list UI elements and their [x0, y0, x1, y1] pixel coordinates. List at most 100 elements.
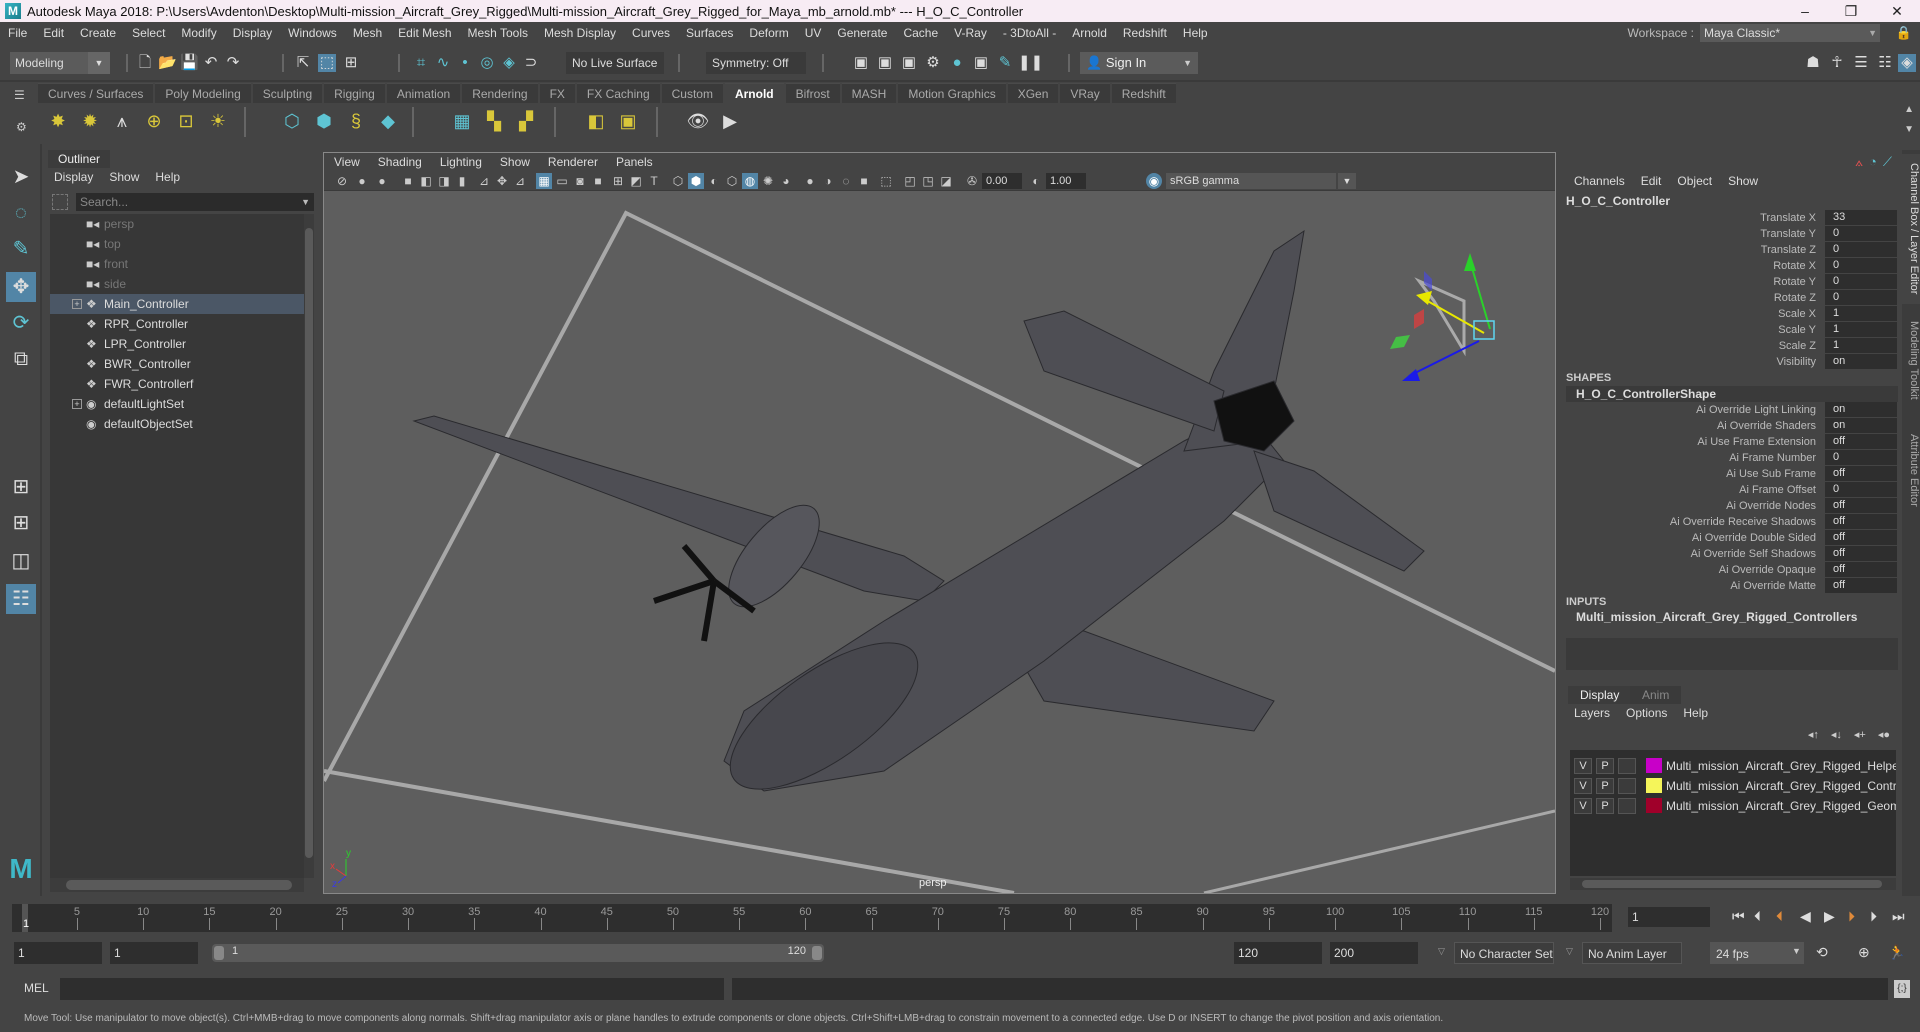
- maximize-button[interactable]: ❐: [1828, 0, 1874, 22]
- shelf-tab-motion-graphics[interactable]: Motion Graphics: [898, 83, 1006, 103]
- curve-collector-icon[interactable]: §: [344, 109, 368, 133]
- gamma-field[interactable]: 1.00: [1046, 173, 1086, 189]
- color-management-toggle-icon[interactable]: ◉: [1146, 173, 1162, 189]
- shelf-tab-bifrost[interactable]: Bifrost: [785, 83, 840, 103]
- menu-3dtoall[interactable]: - 3DtoAll -: [995, 26, 1064, 40]
- move-layer-up-icon[interactable]: ◂↑: [1808, 728, 1819, 741]
- layer-row[interactable]: V P Multi_mission_Aircraft_Grey_Rigged_H…: [1570, 756, 1896, 776]
- gate-mask-icon[interactable]: ■: [590, 173, 606, 189]
- snap-curve-icon[interactable]: ∿: [434, 54, 452, 72]
- tab-attribute-editor[interactable]: Attribute Editor: [1902, 420, 1920, 520]
- shelf-scroll-down-icon[interactable]: ▼: [1904, 124, 1914, 135]
- snap-point-icon[interactable]: •: [456, 54, 474, 72]
- time-slider-track[interactable]: 1 5 10 15 20 25 30 35 40 45 50 55 60 65 70 75 80 85 90 95 1…: [12, 904, 1612, 932]
- shelf-tab-rigging[interactable]: Rigging: [324, 83, 385, 103]
- menu-modify[interactable]: Modify: [173, 26, 224, 40]
- select-components-icon[interactable]: ⊞: [342, 54, 360, 72]
- display-type-toggle[interactable]: [1618, 758, 1636, 774]
- xray-icon[interactable]: ◰: [902, 173, 918, 189]
- outliner-item[interactable]: ❖ FWR_Controllerf: [50, 374, 304, 394]
- tx-manager-icon[interactable]: ▚: [482, 109, 506, 133]
- menu-uv[interactable]: UV: [797, 26, 830, 40]
- layer-menu-layers[interactable]: Layers: [1574, 706, 1610, 720]
- close-button[interactable]: ✕: [1874, 0, 1920, 22]
- channel-value-field[interactable]: 1: [1825, 338, 1897, 353]
- view-transform-dropdown[interactable]: sRGB gamma: [1166, 173, 1356, 189]
- shape-attr-value[interactable]: off: [1825, 546, 1897, 561]
- wireframe-on-shaded-icon[interactable]: ⬡: [724, 173, 740, 189]
- outliner-item[interactable]: ■◂ side: [50, 274, 304, 294]
- menu-surfaces[interactable]: Surfaces: [678, 26, 741, 40]
- field-chart-icon[interactable]: ⊞: [610, 173, 626, 189]
- default-material-icon[interactable]: ◐: [706, 173, 722, 189]
- menu-curves[interactable]: Curves: [624, 26, 678, 40]
- select-tool-icon[interactable]: ➤: [6, 162, 36, 192]
- arnold-render-view-icon[interactable]: 👁: [686, 109, 710, 133]
- wireframe-shading-icon[interactable]: ⬡: [670, 173, 686, 189]
- wireframe-grid-icon[interactable]: ▦: [536, 173, 552, 189]
- shelf-tab-sculpting[interactable]: Sculpting: [252, 83, 323, 103]
- channel-value-field[interactable]: 1: [1825, 306, 1897, 321]
- select-hierarchy-icon[interactable]: ⇱: [294, 54, 312, 72]
- menu-mesh-tools[interactable]: Mesh Tools: [460, 26, 536, 40]
- speed-icon[interactable]: ◔: [1869, 154, 1877, 170]
- channel-value-field[interactable]: 0: [1825, 274, 1897, 289]
- tab-channel-box-layer-editor[interactable]: Channel Box / Layer Editor: [1902, 154, 1920, 304]
- shelf-tab-vray[interactable]: VRay: [1060, 83, 1110, 103]
- create-standin-icon[interactable]: ⬡: [280, 109, 304, 133]
- visibility-toggle[interactable]: V: [1574, 778, 1592, 794]
- hik-icon[interactable]: ☗: [1804, 54, 1822, 72]
- select-objects-icon[interactable]: ⬚: [318, 54, 336, 72]
- rotate-tool-icon[interactable]: ⟳: [6, 308, 36, 338]
- shape-attr-value[interactable]: 0: [1825, 482, 1897, 497]
- outliner-menu-help[interactable]: Help: [155, 170, 180, 184]
- sign-in-dropdown[interactable]: 👤 Sign In: [1080, 52, 1198, 74]
- shelf-tab-curves-surfaces[interactable]: Curves / Surfaces: [38, 83, 154, 103]
- channel-value-field[interactable]: 33: [1825, 210, 1897, 225]
- character-set-dropdown[interactable]: No Character Set: [1454, 942, 1554, 964]
- tool-settings-icon[interactable]: ☰: [1852, 54, 1870, 72]
- smooth-shading-icon[interactable]: ⬢: [688, 173, 704, 189]
- tab-modeling-toolkit[interactable]: Modeling Toolkit: [1902, 310, 1920, 410]
- script-editor-icon[interactable]: {;}: [1894, 980, 1910, 998]
- lock-camera-icon[interactable]: ●: [354, 173, 370, 189]
- script-language-label[interactable]: MEL: [24, 981, 49, 995]
- shelf-tab-poly-modeling[interactable]: Poly Modeling: [155, 83, 251, 103]
- lock-icon[interactable]: 🔒: [1896, 25, 1912, 41]
- visibility-toggle[interactable]: V: [1574, 798, 1592, 814]
- outliner-menu-display[interactable]: Display: [54, 170, 93, 184]
- outliner-menu-show[interactable]: Show: [109, 170, 139, 184]
- workspace-dropdown[interactable]: Maya Classic*: [1700, 24, 1880, 42]
- layer-tab-anim[interactable]: Anim: [1630, 686, 1682, 704]
- outliner-tab[interactable]: Outliner: [48, 150, 111, 168]
- mesh-light-icon[interactable]: ✹: [78, 109, 102, 133]
- shelf-tab-redshift[interactable]: Redshift: [1111, 83, 1176, 103]
- animation-end-field[interactable]: 200: [1330, 942, 1418, 964]
- channel-value-field[interactable]: 0: [1825, 290, 1897, 305]
- layer-menu-help[interactable]: Help: [1683, 706, 1708, 720]
- chevron-down-icon[interactable]: ▽: [1438, 946, 1445, 957]
- outliner-layout-icon[interactable]: ☷: [6, 584, 36, 614]
- shape-attr-value[interactable]: off: [1825, 466, 1897, 481]
- shape-attr-value[interactable]: 0: [1825, 450, 1897, 465]
- outliner-item[interactable]: + ◉ defaultLightSet: [50, 394, 304, 414]
- gear-icon[interactable]: ⚙: [16, 120, 27, 134]
- shape-attr-value[interactable]: on: [1825, 418, 1897, 433]
- animation-preferences-icon[interactable]: 🏃: [1888, 944, 1905, 961]
- playback-toggle[interactable]: P: [1596, 758, 1614, 774]
- step-back-key-icon[interactable]: ⏴: [1776, 908, 1783, 925]
- minimize-button[interactable]: –: [1782, 0, 1828, 22]
- shadows-icon[interactable]: ◕: [778, 173, 794, 189]
- layer-row[interactable]: V P Multi_mission_Aircraft_Grey_Rigged_G…: [1570, 796, 1896, 816]
- menu-create[interactable]: Create: [72, 26, 124, 40]
- xray-joints-icon[interactable]: ◪: [938, 173, 954, 189]
- layer-color-swatch[interactable]: [1646, 758, 1662, 773]
- anim-layer-dropdown[interactable]: No Anim Layer: [1582, 942, 1682, 964]
- save-scene-icon[interactable]: 💾: [180, 54, 199, 72]
- channel-menu-edit[interactable]: Edit: [1641, 174, 1662, 188]
- layer-color-swatch[interactable]: [1646, 798, 1662, 813]
- render-view-icon[interactable]: ▣: [852, 54, 870, 72]
- animation-start-field[interactable]: 1: [14, 942, 102, 964]
- grid-icon[interactable]: ⊿: [476, 173, 492, 189]
- step-forward-key-icon[interactable]: ⏵: [1848, 908, 1855, 925]
